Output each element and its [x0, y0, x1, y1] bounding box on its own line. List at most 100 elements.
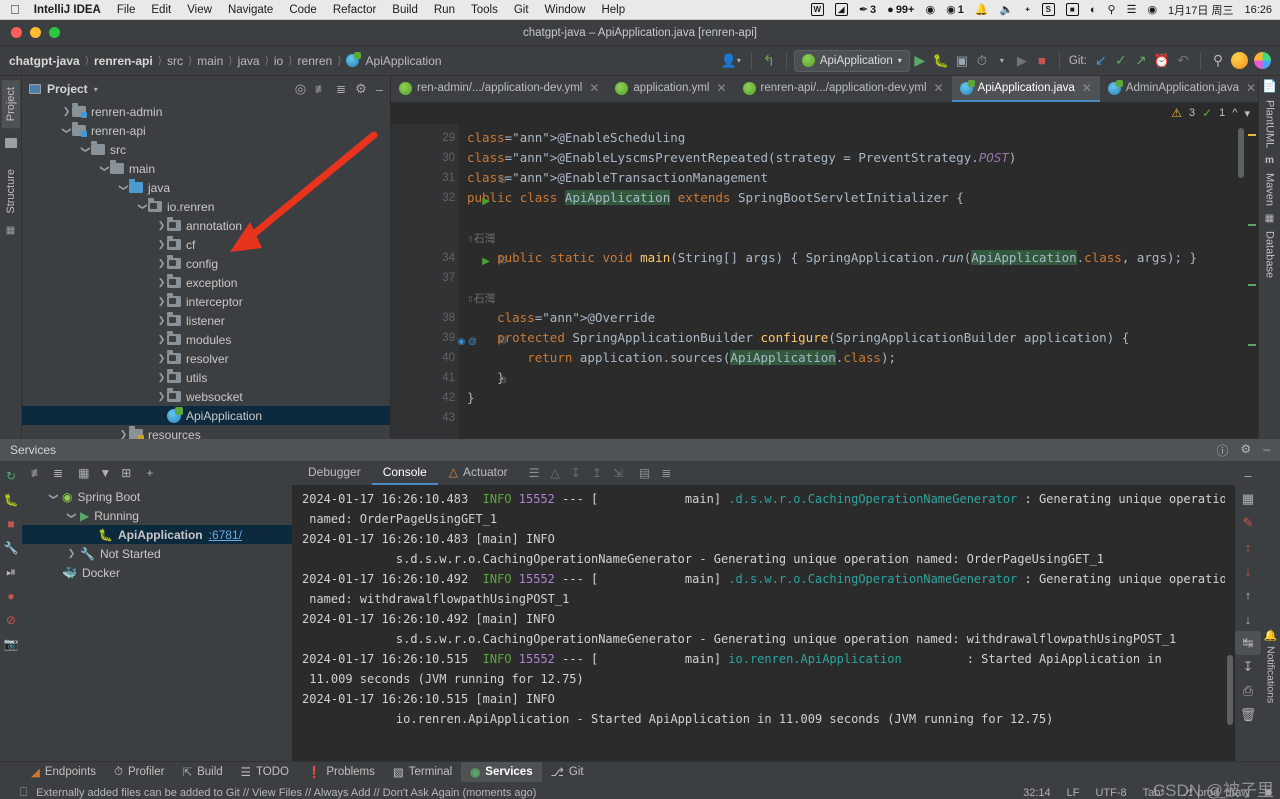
settings-gear-icon[interactable]: ⚙ [355, 81, 367, 97]
code-line[interactable]: } [467, 368, 1246, 388]
sidebar-item-plantuml[interactable]: PlantUML [1261, 93, 1279, 155]
settings-wrench-icon[interactable]: 🔧 [0, 536, 22, 560]
run-gutter-icon[interactable]: ▶ [482, 192, 490, 212]
chevron-right-icon[interactable]: ❯ [118, 429, 129, 439]
breadcrumb-module[interactable]: renren-api [91, 54, 156, 68]
mac-time[interactable]: 16:26 [1244, 4, 1272, 16]
gutter-line[interactable] [391, 208, 459, 228]
minimize-window-button[interactable] [30, 27, 41, 38]
history-icon[interactable]: ⏰ [1151, 50, 1173, 72]
code-line[interactable]: class="ann">@EnableScheduling [467, 128, 1246, 148]
breadcrumb-class[interactable]: ApiApplication [363, 54, 445, 68]
tree-node-listener[interactable]: ❯ listener [22, 311, 390, 330]
code-line[interactable] [467, 208, 1246, 228]
gutter-line[interactable]: 41 ⊖ [391, 368, 507, 388]
caret-position[interactable]: 32:14 [1023, 787, 1051, 799]
vcs-person-icon[interactable]: 👤 ▾ [718, 50, 744, 72]
search-everywhere-icon[interactable]: ⚲ [1208, 50, 1228, 72]
debug-icon[interactable]: 🐛 [930, 50, 952, 72]
breadcrumb-project[interactable]: chatgpt-java [6, 54, 83, 68]
active-app-name[interactable]: IntelliJ IDEA [34, 4, 101, 16]
expand-all-icon[interactable]: ≢ [31, 466, 43, 480]
add-tab-icon[interactable]: ⊞ [121, 466, 131, 480]
debug-icon[interactable]: 🐛 [0, 488, 22, 512]
code-line[interactable]: public class ApiApplication extends Spri… [467, 188, 1246, 208]
tree-node-main[interactable]: ❯ main [22, 159, 390, 178]
code-line[interactable]: class="ann">@EnableTransactionManagement [467, 168, 1246, 188]
menu-view[interactable]: View [187, 4, 212, 16]
tree-node-annotation[interactable]: ❯ annotation [22, 216, 390, 235]
rollback-icon[interactable]: ↶ [1173, 50, 1193, 72]
chevron-down-icon[interactable]: ❯ [61, 125, 72, 136]
chevron-right-icon[interactable]: ❯ [156, 353, 167, 364]
menu-git[interactable]: Git [514, 4, 529, 16]
trash-icon[interactable]: 🗑 [1235, 703, 1261, 727]
chevron-down-icon[interactable]: ❯ [137, 201, 148, 212]
tree-node-config[interactable]: ❯ config [22, 254, 390, 273]
file-encoding[interactable]: UTF-8 [1095, 787, 1126, 799]
code-line[interactable]: protected SpringApplicationBuilder confi… [467, 328, 1246, 348]
status-message[interactable]: Externally added files can be added to G… [36, 787, 536, 799]
tree-node-renren-admin[interactable]: ❯ renren-admin [22, 102, 390, 121]
chevron-right-icon[interactable]: ❯ [156, 372, 167, 383]
toolwindow-git[interactable]: ⎇ Git [542, 762, 593, 783]
gutter-line[interactable] [391, 228, 459, 248]
line-separator[interactable]: LF [1067, 787, 1080, 799]
down-red-icon[interactable]: ↓ [1235, 559, 1261, 583]
code-line[interactable]: ⇧石灣 [467, 228, 1246, 248]
scroll-to-end-icon[interactable]: ↧ [1235, 655, 1261, 679]
menu-window[interactable]: Window [545, 4, 586, 16]
sidebar-item-maven[interactable]: Maven [1261, 166, 1279, 213]
tree-node-websocket[interactable]: ❯ websocket [22, 387, 390, 406]
tab-actuator[interactable]: △ Actuator [438, 461, 519, 485]
editor-gutter[interactable]: 29 30 31 ⊖ 32 ▶ 34 ▶ ⊟ 37 38 39 ⊟ ◉ @40 41 ⊖ 42 43 [391, 124, 507, 439]
profiler-icon[interactable]: ⏱ [972, 50, 992, 72]
run-configuration-selector[interactable]: ApiApplication ▾ [793, 49, 910, 72]
control-center-icon[interactable]: ☰ [1127, 3, 1137, 16]
code-editor[interactable]: 29 30 31 ⊖ 32 ▶ 34 ▶ ⊟ 37 38 39 ⊟ ◉ @40 41 ⊖ 42 43 class=… [391, 124, 1258, 439]
close-tab-icon[interactable]: ✕ [589, 81, 599, 95]
mute-breakpoints-icon[interactable]: ● [0, 584, 22, 608]
sidebar-item-database[interactable]: Database [1261, 224, 1279, 285]
chevron-right-icon[interactable]: ❯ [156, 220, 167, 231]
hide-icon[interactable]: – [376, 82, 383, 97]
fold-gutter-icon[interactable]: ⊖ [499, 371, 507, 391]
push-icon[interactable]: ↗ [1131, 50, 1151, 72]
gutter-line[interactable]: 37 [391, 268, 459, 288]
print-icon[interactable]: ⎙ [1235, 679, 1261, 703]
toolwindow-todo[interactable]: ☰ TODO [232, 762, 298, 783]
spotlight-search-icon[interactable]: ⚲ [1108, 3, 1116, 16]
scroll-end-icon[interactable]: ⇲ [613, 466, 623, 480]
add-service-icon[interactable]: + [146, 466, 153, 480]
chevron-down-icon[interactable]: ❯ [99, 163, 110, 174]
notification-bell-icon[interactable]: 🔔 [975, 3, 989, 16]
close-tab-icon[interactable]: ✕ [934, 81, 944, 95]
chevron-right-icon[interactable]: ❯ [156, 391, 167, 402]
gutter-line[interactable]: 40 [391, 348, 459, 368]
maven-icon[interactable]: m [1265, 155, 1274, 166]
tree-node-renren-api[interactable]: ❯ renren-api [22, 121, 390, 140]
close-tab-icon[interactable]: ✕ [1082, 81, 1092, 95]
wechat-icon[interactable]: ◉ [925, 3, 935, 16]
menu-tools[interactable]: Tools [471, 4, 498, 16]
service-node-spring-boot[interactable]: ❯ ◉ Spring Boot [22, 487, 292, 506]
tree-node-apiapplication[interactable]: ApiApplication [22, 406, 390, 425]
siri-icon[interactable]: ◉ [1147, 3, 1157, 16]
toolwindow-build[interactable]: ⇱ Build [173, 762, 231, 783]
back-arrow-icon[interactable]: ↰ [759, 50, 779, 72]
gutter-line[interactable]: 38 [391, 308, 459, 328]
battery-icon[interactable]: ■ [1065, 3, 1079, 16]
help-icon[interactable]: ⓘ [1217, 442, 1229, 459]
editor-tab-1[interactable]: application.yml ✕ [607, 76, 734, 102]
menu-refactor[interactable]: Refactor [333, 4, 376, 16]
chevron-right-icon[interactable]: ❯ [66, 548, 77, 559]
editor-tab-2[interactable]: renren-api/.../application-dev.yml ✕ [735, 76, 952, 102]
account-avatar-icon[interactable] [1228, 50, 1251, 72]
code-line[interactable]: } [467, 388, 1246, 408]
expand-all-icon[interactable]: ≢ [315, 82, 327, 96]
gutter-line[interactable]: 39 ⊟ ◉ @ [391, 328, 507, 348]
fold-gutter-icon[interactable]: ⊖ [499, 171, 507, 191]
menu-build[interactable]: Build [392, 4, 418, 16]
code-line[interactable] [467, 408, 1246, 428]
volume-icon[interactable]: 🔈 [1000, 3, 1014, 16]
